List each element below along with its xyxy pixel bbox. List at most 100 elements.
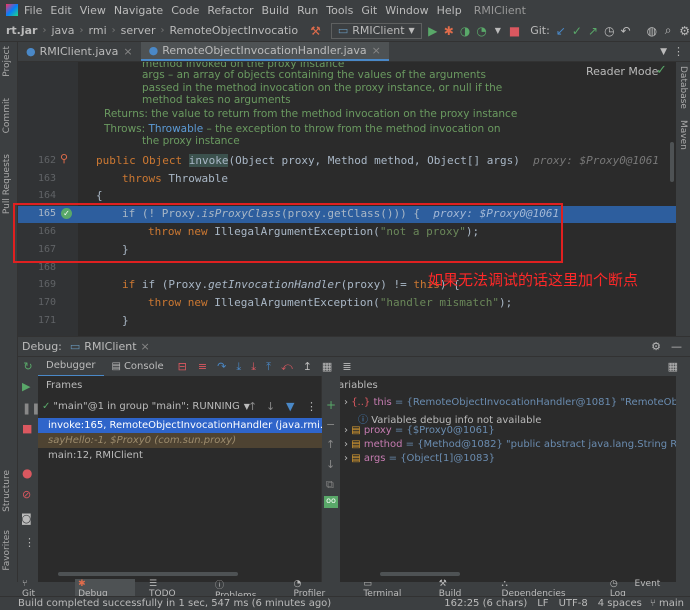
menu-file[interactable]: File xyxy=(24,4,42,17)
expand-icon[interactable]: › xyxy=(344,397,348,408)
debug-session-tab[interactable]: ▭ RMIClient × xyxy=(70,340,150,353)
rerun-icon[interactable]: ↻ xyxy=(18,360,38,373)
more-icon[interactable]: ⋮ xyxy=(673,45,684,58)
breadcrumb-server[interactable]: server xyxy=(121,24,156,37)
variables-scrollbar[interactable] xyxy=(380,572,460,576)
variable-row[interactable]: ⓘ Variables debug info not available xyxy=(358,411,541,426)
implements-icon[interactable]: ⚲ xyxy=(60,152,68,165)
mute-breakpoints-icon[interactable]: ⊘ xyxy=(22,488,31,501)
expand-icon[interactable]: › xyxy=(344,425,348,436)
breadcrumb-java[interactable]: java xyxy=(51,24,74,37)
stop-icon[interactable]: ■ xyxy=(509,24,520,38)
history-icon[interactable]: ◷ xyxy=(604,24,614,38)
more-run-icon[interactable]: ▼ xyxy=(493,24,503,38)
tab-rmiclient[interactable]: ● RMIClient.java × xyxy=(18,42,141,61)
expand-icon[interactable]: › xyxy=(344,439,348,450)
breadcrumb-class[interactable]: RemoteObjectInvocatio xyxy=(169,24,298,37)
menu-refactor[interactable]: Refactor xyxy=(207,4,253,17)
status-message[interactable]: Build completed successfully in 1 sec, 5… xyxy=(18,598,331,609)
menu-navigate[interactable]: Navigate xyxy=(114,4,163,17)
frame-item[interactable]: invoke:165, RemoteObjectInvocationHandle… xyxy=(38,418,359,433)
hammer-icon[interactable]: ⚒ xyxy=(310,24,321,38)
user-icon[interactable]: ◍ xyxy=(647,24,657,38)
editor-scrollbar[interactable] xyxy=(670,142,674,182)
menu-run[interactable]: Run xyxy=(297,4,318,17)
more-icon[interactable]: ⋮ xyxy=(24,536,35,549)
coverage-icon[interactable]: ◑ xyxy=(460,24,470,38)
drop-frame-icon[interactable]: ⤺ xyxy=(281,360,293,374)
show-execution-point-icon[interactable]: ≡ xyxy=(198,360,207,373)
force-step-into-icon[interactable]: ⤓ xyxy=(251,360,256,374)
down-icon[interactable]: ↓ xyxy=(326,458,335,471)
git-branch[interactable]: ⑂ main xyxy=(650,598,684,609)
variable-row[interactable]: › ▤ method = {Method@1082} "public abstr… xyxy=(344,439,676,450)
doc-throws-link[interactable]: Throwable xyxy=(149,123,204,135)
add-watch-icon[interactable]: + xyxy=(326,398,336,412)
close-icon[interactable]: × xyxy=(141,340,150,353)
down-icon[interactable]: ↓ xyxy=(266,400,275,413)
menu-tools[interactable]: Tools xyxy=(326,4,353,17)
git-commit-icon[interactable]: ✓ xyxy=(572,24,582,38)
variable-row[interactable]: › {..} this = {RemoteObjectInvocationHan… xyxy=(344,397,676,408)
pull-requests-tool-tab[interactable]: Pull Requests xyxy=(2,154,12,214)
remove-icon[interactable]: − xyxy=(326,418,335,431)
git-update-icon[interactable]: ↙ xyxy=(556,24,566,38)
restore-layout-icon[interactable]: ▦ xyxy=(668,360,678,373)
up-icon[interactable]: ↑ xyxy=(248,400,257,413)
thread-selector[interactable]: ✓ "main"@1 in group "main": RUNNING ▼ xyxy=(38,398,322,414)
line-separator[interactable]: LF xyxy=(537,598,548,609)
run-to-cursor-icon[interactable]: ↥ xyxy=(303,360,312,373)
menu-window[interactable]: Window xyxy=(385,4,428,17)
stop-icon[interactable]: ■ xyxy=(22,422,32,435)
evaluate-icon[interactable]: ▦ xyxy=(322,360,332,373)
tab-debugger[interactable]: Debugger xyxy=(38,357,104,377)
close-icon[interactable]: × xyxy=(372,44,381,57)
structure-tool-tab[interactable]: Structure xyxy=(2,470,12,512)
watches-toggle-icon[interactable]: oo xyxy=(324,496,338,508)
tab-console[interactable]: ▤ Console xyxy=(104,361,172,372)
debug-icon[interactable]: ✱ xyxy=(444,24,454,38)
step-into-icon[interactable]: ⤓ xyxy=(236,360,241,374)
project-tool-tab[interactable]: Project xyxy=(2,46,12,77)
resume-icon[interactable]: ▶ xyxy=(22,380,30,393)
breadcrumb-jar[interactable]: rt.jar xyxy=(6,24,37,37)
tab-remoteobjectinvocationhandler[interactable]: ● RemoteObjectInvocationHandler.java × xyxy=(140,42,389,61)
settings-icon[interactable]: ⚙ xyxy=(651,340,661,353)
run-icon[interactable]: ▶ xyxy=(428,24,438,38)
tab-list-icon[interactable]: ▼ xyxy=(660,47,667,57)
close-icon[interactable]: × xyxy=(123,45,132,58)
variable-row[interactable]: › ▤ proxy = {$Proxy0@1061} xyxy=(344,425,495,436)
settings-icon[interactable]: ⚙ xyxy=(679,24,690,38)
trace-icon[interactable]: ≣ xyxy=(342,360,351,373)
database-tool-tab[interactable]: Database xyxy=(678,66,688,109)
search-icon[interactable]: ⌕ xyxy=(663,23,673,38)
step-over-icon[interactable]: ↷ xyxy=(217,360,226,373)
minimize-icon[interactable]: — xyxy=(671,340,682,353)
frame-item[interactable]: main:12, RMIClient xyxy=(38,448,322,463)
menu-code[interactable]: Code xyxy=(171,4,199,17)
camera-icon[interactable]: ◙ xyxy=(21,512,32,525)
variable-row[interactable]: › ▤ args = {Object[1]@1083} xyxy=(344,453,495,464)
frame-item[interactable]: sayHello:-1, $Proxy0 (com.sun.proxy) xyxy=(38,433,322,448)
filter-icon[interactable]: ▼ xyxy=(286,400,294,413)
more-icon[interactable]: ⋮ xyxy=(306,400,317,413)
caret-position[interactable]: 162:25 (6 chars) xyxy=(444,598,527,609)
copy-icon[interactable]: ⧉ xyxy=(326,478,334,492)
favorites-tool-tab[interactable]: Favorites xyxy=(2,530,12,571)
git-push-icon[interactable]: ↗ xyxy=(588,24,598,38)
rollback-icon[interactable]: ↶ xyxy=(621,24,631,38)
run-config-select[interactable]: ▭ RMIClient ▼ xyxy=(330,22,422,39)
profile-icon[interactable]: ◔ xyxy=(476,24,486,38)
layout-icon[interactable]: ⊟ xyxy=(178,360,187,373)
commit-tool-tab[interactable]: Commit xyxy=(2,98,12,133)
menu-build[interactable]: Build xyxy=(262,4,290,17)
maven-tool-tab[interactable]: Maven xyxy=(678,120,688,150)
code-editor[interactable]: method invoked on the proxy instance arg… xyxy=(18,62,676,336)
step-out-icon[interactable]: ⤒ xyxy=(266,360,271,374)
indent-setting[interactable]: 4 spaces xyxy=(598,598,642,609)
frames-scrollbar[interactable] xyxy=(58,572,238,576)
file-encoding[interactable]: UTF-8 xyxy=(559,598,588,609)
reader-mode-toggle[interactable]: Reader Mode xyxy=(586,65,658,78)
menu-git[interactable]: Git xyxy=(361,4,377,17)
view-breakpoints-icon[interactable]: ● xyxy=(22,466,32,480)
